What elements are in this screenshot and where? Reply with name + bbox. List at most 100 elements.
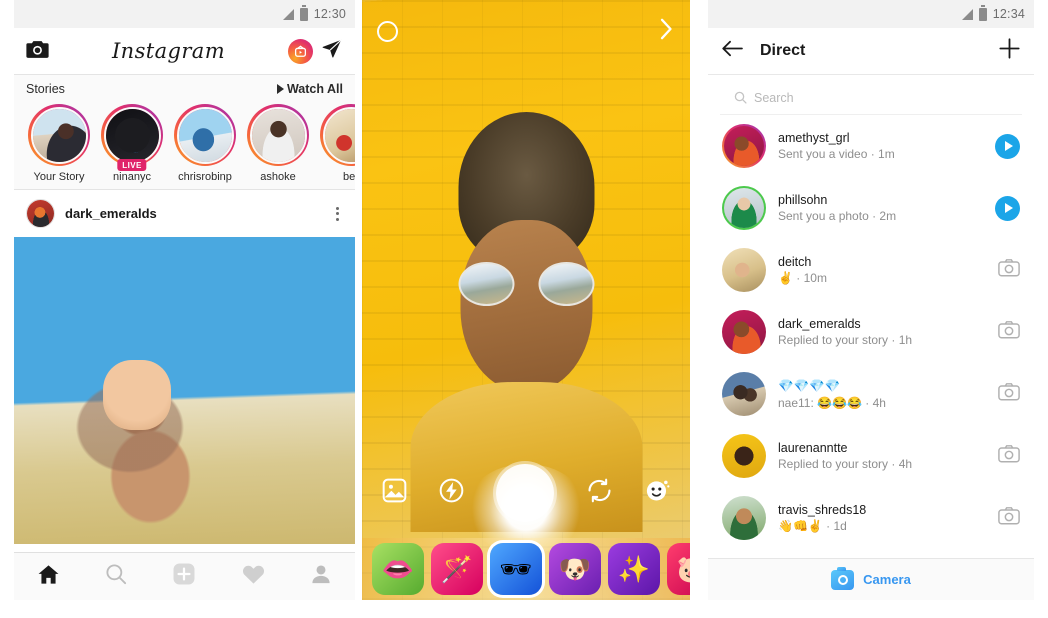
thread-status: Sent you a video · 1m	[778, 147, 895, 161]
flash-icon[interactable]	[439, 478, 464, 508]
camera-icon[interactable]	[998, 382, 1020, 406]
stories-list[interactable]: Your Story LIVE ninanyc chrisrobinp asho…	[14, 100, 355, 183]
camera-icon[interactable]	[26, 39, 49, 64]
battery-icon	[978, 5, 987, 21]
thread-status: nae11: 😂😂😂 · 4h	[778, 395, 886, 410]
heart-icon[interactable]	[242, 564, 265, 590]
stories-tray: Stories Watch All Your Story LIVE ninany…	[14, 75, 355, 190]
watch-all-label: Watch All	[286, 82, 343, 96]
thread-name: dark_emeralds	[778, 317, 861, 331]
screenshot-root: 12:30 Instagram Stories Watch All Your S…	[0, 0, 1048, 618]
feed-app-bar: Instagram	[14, 28, 355, 75]
list-item[interactable]: dark_emeralds Replied to your story · 1h	[708, 301, 1034, 363]
status-bar: 12:34	[708, 0, 1034, 28]
list-item[interactable]: phillsohn Sent you a photo · 2m	[708, 177, 1034, 239]
story-item-your-story[interactable]: Your Story	[28, 104, 90, 183]
bottom-nav	[14, 552, 355, 600]
filter-sparkle-filter[interactable]: ✨	[608, 543, 660, 595]
direct-thread-list[interactable]: amethyst_grl Sent you a video · 1m phill…	[708, 115, 1034, 600]
igtv-icon[interactable]	[288, 38, 313, 64]
filter-carousel[interactable]: 👄 🪄 🕶 🐶 ✨ 🐷	[362, 538, 690, 600]
camera-icon[interactable]	[998, 444, 1020, 468]
direct-app-bar: Direct	[708, 28, 1034, 75]
thread-name: 💎💎💎💎	[778, 378, 841, 393]
thread-name: travis_shreds18	[778, 503, 867, 517]
search-placeholder: Search	[754, 90, 794, 105]
paper-plane-icon[interactable]	[321, 38, 343, 64]
search-icon[interactable]	[105, 563, 127, 590]
capture-circle-icon[interactable]	[377, 21, 398, 42]
add-post-icon[interactable]	[172, 562, 196, 591]
filter-sunglasses-filter[interactable]: 🕶	[490, 543, 542, 595]
home-icon[interactable]	[37, 564, 60, 590]
chevron-right-icon[interactable]	[658, 18, 675, 45]
face-filter-icon[interactable]	[645, 478, 670, 508]
story-item-ninanyc[interactable]: LIVE ninanyc	[101, 104, 163, 183]
list-item[interactable]: travis_shreds18 👋👊✌️ · 1d	[708, 487, 1034, 549]
stories-header: Stories Watch All	[14, 75, 355, 100]
status-bar: 12:30	[14, 0, 355, 28]
post-header: dark_emeralds	[14, 190, 355, 237]
list-item[interactable]: deitch ✌️ · 10m	[708, 239, 1034, 301]
live-badge: LIVE	[117, 159, 147, 171]
story-label: ber	[343, 171, 355, 183]
thread-status: Sent you a photo · 2m	[778, 209, 897, 223]
play-icon[interactable]	[995, 195, 1020, 221]
signal-icon	[282, 8, 294, 20]
thread-status: ✌️ · 10m	[778, 271, 827, 285]
search-icon	[734, 91, 747, 104]
list-item[interactable]: amethyst_grl Sent you a video · 1m	[708, 115, 1034, 177]
filter-pig-filter[interactable]: 🐷	[667, 543, 690, 595]
watch-all-button[interactable]: Watch All	[276, 82, 343, 96]
signal-icon	[961, 8, 973, 20]
new-message-icon[interactable]	[999, 38, 1020, 64]
thread-name: phillsohn	[778, 193, 828, 207]
filter-glyph: 🕶	[499, 553, 533, 584]
story-item-ber[interactable]: ber	[320, 104, 355, 183]
camera-panel: 👄 🪄 🕶 🐶 ✨ 🐷	[362, 0, 690, 600]
filter-glyph: ✨	[617, 553, 651, 584]
filter-glyph: 🐶	[558, 553, 592, 584]
profile-icon[interactable]	[310, 563, 332, 590]
gallery-icon[interactable]	[382, 478, 407, 508]
filter-wand-filter[interactable]: 🪄	[431, 543, 483, 595]
filter-glyph: 🐷	[677, 554, 690, 585]
story-label: ashoke	[260, 171, 296, 183]
list-item[interactable]: laurenanntte Replied to your story · 4h	[708, 425, 1034, 487]
filter-glyph: 👄	[381, 553, 415, 584]
page-title: Direct	[760, 42, 806, 59]
camera-icon[interactable]	[998, 320, 1020, 344]
avatar[interactable]	[26, 199, 55, 228]
battery-icon	[299, 5, 308, 21]
story-item-ashoke[interactable]: ashoke	[247, 104, 309, 183]
post-image[interactable]	[14, 237, 355, 544]
camera-label: Camera	[863, 572, 911, 587]
filter-lips-filter[interactable]: 👄	[372, 543, 424, 595]
thread-name: amethyst_grl	[778, 131, 850, 145]
direct-panel: 12:34 Direct Search amethyst_grl Sent yo…	[708, 0, 1034, 600]
feed-panel: 12:30 Instagram Stories Watch All Your S…	[14, 0, 355, 600]
post-username[interactable]: dark_emeralds	[65, 206, 322, 221]
list-item[interactable]: 💎💎💎💎 nae11: 😂😂😂 · 4h	[708, 363, 1034, 425]
camera-icon[interactable]	[998, 258, 1020, 282]
camera-controls	[362, 464, 690, 522]
filter-dog-filter[interactable]: 🐶	[549, 543, 601, 595]
story-item-chrisrobinp[interactable]: chrisrobinp	[174, 104, 236, 183]
thread-name: laurenanntte	[778, 441, 848, 455]
more-options-icon[interactable]	[332, 205, 343, 223]
shutter-button[interactable]	[496, 464, 554, 522]
search-input[interactable]: Search	[720, 81, 1022, 115]
camera-button[interactable]: Camera	[708, 558, 1034, 600]
camera-icon	[831, 566, 855, 590]
camera-top-bar	[362, 18, 690, 45]
play-icon[interactable]	[995, 133, 1020, 159]
thread-status: Replied to your story · 1h	[778, 333, 913, 347]
rotate-camera-icon[interactable]	[586, 478, 613, 508]
thread-name: deitch	[778, 255, 812, 269]
camera-icon[interactable]	[998, 506, 1020, 530]
back-arrow-icon[interactable]	[722, 40, 743, 62]
thread-status: Replied to your story · 4h	[778, 457, 913, 471]
filter-glyph: 🪄	[440, 553, 474, 584]
feed-post: dark_emeralds	[14, 190, 355, 544]
stories-label: Stories	[26, 82, 65, 96]
